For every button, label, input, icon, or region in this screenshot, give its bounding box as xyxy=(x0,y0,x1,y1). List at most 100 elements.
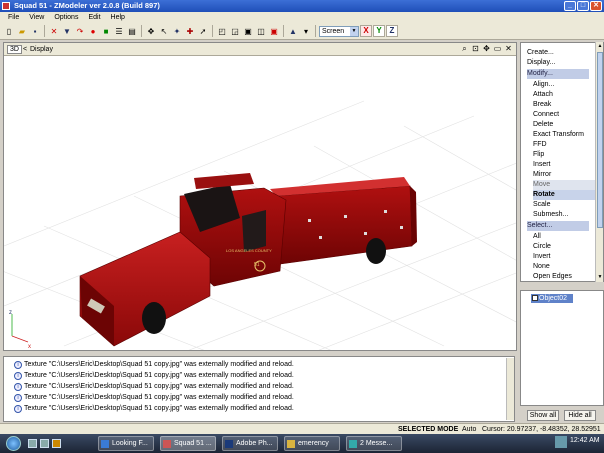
axis-label-z: z xyxy=(9,310,12,316)
axis-z-toggle[interactable]: Z xyxy=(386,25,398,37)
pointer-icon[interactable]: ↖ xyxy=(158,25,170,37)
walk-icon[interactable]: ✦ xyxy=(171,25,183,37)
panel-item-attach[interactable]: Attach xyxy=(533,90,595,100)
close-button[interactable]: ✕ xyxy=(590,1,602,11)
zoom-icon[interactable]: ⌕ xyxy=(460,44,469,54)
export-icon[interactable]: ↷ xyxy=(74,25,86,37)
box-select-icon[interactable]: ▣ xyxy=(268,25,280,37)
panel-item-none[interactable]: None xyxy=(533,262,595,272)
panel-item-break[interactable]: Break xyxy=(533,100,595,110)
panel-item-open-edges[interactable]: Open Edges xyxy=(533,272,595,282)
panel-item-modify[interactable]: Modify... xyxy=(527,69,589,79)
axis-y-toggle[interactable]: Y xyxy=(373,25,385,37)
open-file-icon[interactable]: ▰ xyxy=(16,25,28,37)
panel-item-mirror[interactable]: Mirror xyxy=(533,170,595,180)
view-select[interactable]: Screen ▼ xyxy=(319,25,359,37)
panel-item-display[interactable]: Display... xyxy=(527,58,589,68)
view-mode-button[interactable]: 3D xyxy=(7,45,22,54)
taskbar-button-2[interactable]: Squad 51 ... xyxy=(160,436,216,451)
panel-item-rotate[interactable]: Rotate xyxy=(533,190,595,200)
log-scrollbar[interactable] xyxy=(506,358,514,420)
document-icon[interactable]: ▤ xyxy=(126,25,138,37)
hide-all-button[interactable]: Hide all xyxy=(564,410,596,421)
list-icon[interactable]: ☰ xyxy=(113,25,125,37)
object-name: Object02 xyxy=(539,295,568,302)
command-panel: Create... Display... Modify... Align... … xyxy=(520,42,604,282)
show-desktop-icon[interactable] xyxy=(28,439,37,448)
maximize-button[interactable]: □ xyxy=(577,1,589,11)
viewport-close-icon[interactable]: ✕ xyxy=(504,44,513,54)
zmodeler-icon xyxy=(163,440,171,448)
object-list-item[interactable]: Object02 xyxy=(531,294,573,303)
triangle-icon[interactable]: ▲ xyxy=(287,25,299,37)
vertex-mode-icon[interactable]: ◰ xyxy=(216,25,228,37)
status-bar: SELECTED MODE Auto Cursor: 20.97237, -8.… xyxy=(0,423,604,434)
panel-item-exact-transform[interactable]: Exact Transform xyxy=(533,130,595,140)
panel-item-all[interactable]: All xyxy=(533,232,595,242)
figure-icon[interactable]: ✚ xyxy=(184,25,196,37)
taskbar-button-4[interactable]: emerency xyxy=(284,436,340,451)
panel-item-create[interactable]: Create... xyxy=(527,48,589,58)
log-entry: i Texture "C:\Users\Eric\Desktop\Squad 51… xyxy=(14,382,294,392)
scroll-down-icon[interactable]: ▼ xyxy=(596,273,604,281)
panel-item-invert[interactable]: Invert xyxy=(533,252,595,262)
menu-options[interactable]: Options xyxy=(49,12,83,23)
panel-item-select[interactable]: Select... xyxy=(527,221,589,231)
toolbar: ▯ ▰ ▪ ✕ ▼ ↷ ● ■ ☰ ▤ ✥ ↖ ✦ ✚ ➚ ◰ ◲ ▣ ◫ ▣ … xyxy=(0,23,604,40)
menu-file[interactable]: File xyxy=(3,12,24,23)
taskbar-button-5[interactable]: 2 Messe... xyxy=(346,436,402,451)
delete-icon[interactable]: ✕ xyxy=(48,25,60,37)
panel-item-insert[interactable]: Insert xyxy=(533,160,595,170)
viewport-3d[interactable]: 3D < Display ⌕ ⊡ ✥ ▭ ✕ 51 LOS ANGELES CO… xyxy=(3,42,517,351)
show-all-button[interactable]: Show all xyxy=(527,410,559,421)
cursor-icon[interactable]: ➚ xyxy=(197,25,209,37)
message-log: i Texture "C:\Users\Eric\Desktop\Squad 51… xyxy=(3,356,515,422)
panel-item-circle[interactable]: Circle xyxy=(533,242,595,252)
info-icon: i xyxy=(14,394,22,402)
fire-truck-model[interactable]: 51 LOS ANGELES COUNTY xyxy=(79,173,417,347)
panel-item-scale[interactable]: Scale xyxy=(533,200,595,210)
zoom-extents-icon[interactable]: ⊡ xyxy=(471,44,480,54)
menu-edit[interactable]: Edit xyxy=(83,12,105,23)
panel-item-delete[interactable]: Delete xyxy=(533,120,595,130)
taskbar-button-3[interactable]: Adobe Ph... xyxy=(222,436,278,451)
info-icon: i xyxy=(14,361,22,369)
panel-item-align[interactable]: Align... xyxy=(533,80,595,90)
panel-item-submesh[interactable]: Submesh... xyxy=(533,210,595,220)
record-icon[interactable]: ● xyxy=(87,25,99,37)
panel-item-move[interactable]: Move xyxy=(533,180,595,190)
browser-icon xyxy=(101,440,109,448)
object-visibility-checkbox[interactable] xyxy=(532,295,538,301)
media-icon[interactable] xyxy=(52,439,61,448)
tray-icons[interactable] xyxy=(555,436,567,448)
panel-item-ffd[interactable]: FFD xyxy=(533,140,595,150)
menu-help[interactable]: Help xyxy=(106,12,130,23)
new-file-icon[interactable]: ▯ xyxy=(3,25,15,37)
cube-icon[interactable]: ◫ xyxy=(255,25,267,37)
chevron-left-icon[interactable]: < xyxy=(23,43,27,56)
pan-icon[interactable]: ✥ xyxy=(482,44,491,54)
scroll-up-icon[interactable]: ▲ xyxy=(596,42,604,50)
materials-icon[interactable]: ■ xyxy=(100,25,112,37)
dropdown-arrow-icon[interactable]: ▾ xyxy=(300,25,312,37)
truck-body-side xyxy=(275,185,413,265)
taskbar-button-1[interactable]: Looking F... xyxy=(98,436,154,451)
save-icon[interactable]: ▪ xyxy=(29,25,41,37)
panel-item-flip[interactable]: Flip xyxy=(533,150,595,160)
chevron-down-icon: ▼ xyxy=(350,26,358,36)
scene-canvas[interactable]: 51 LOS ANGELES COUNTY z x xyxy=(4,56,516,350)
rear-wheel xyxy=(366,238,386,264)
scroll-thumb[interactable] xyxy=(597,52,603,228)
maximize-viewport-icon[interactable]: ▭ xyxy=(493,44,502,54)
object-mode-icon[interactable]: ▣ xyxy=(242,25,254,37)
start-button[interactable] xyxy=(6,436,21,451)
menu-view[interactable]: View xyxy=(24,12,49,23)
import-icon[interactable]: ▼ xyxy=(61,25,73,37)
axis-x-toggle[interactable]: X xyxy=(360,25,372,37)
panel-item-connect[interactable]: Connect xyxy=(533,110,595,120)
select-icon[interactable]: ✥ xyxy=(145,25,157,37)
minimize-button[interactable]: _ xyxy=(564,1,576,11)
explorer-icon[interactable] xyxy=(40,439,49,448)
command-panel-scrollbar[interactable]: ▲ ▼ xyxy=(595,42,603,282)
face-mode-icon[interactable]: ◲ xyxy=(229,25,241,37)
